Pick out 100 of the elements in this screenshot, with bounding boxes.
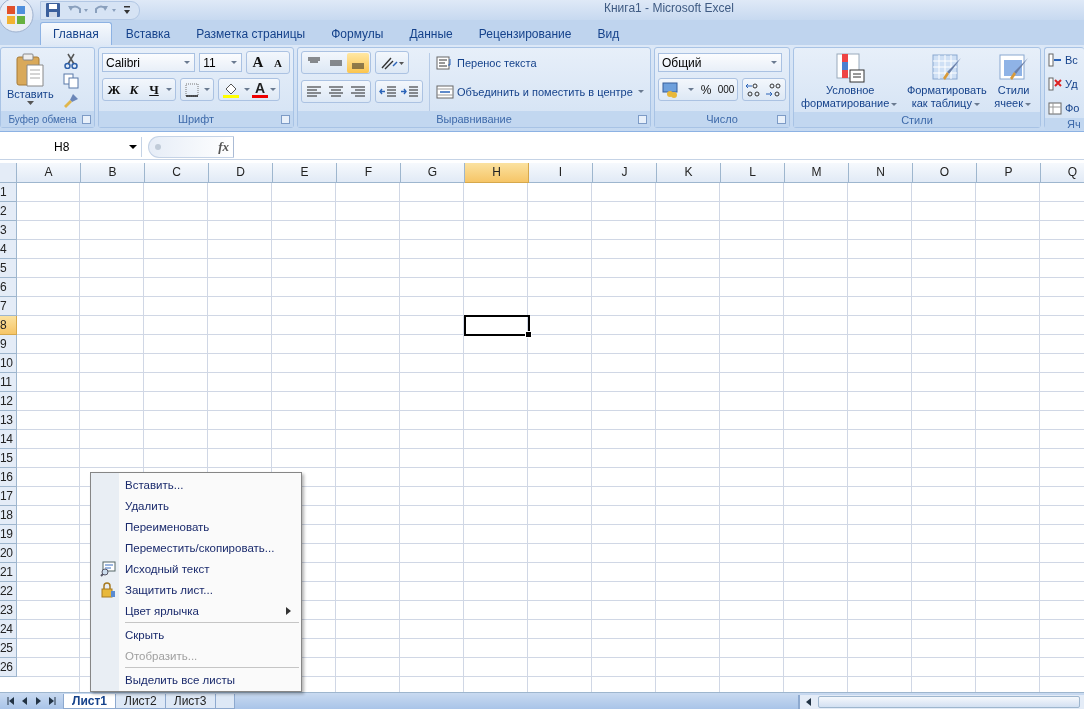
brush-icon[interactable] — [62, 93, 79, 109]
ribbon-tab[interactable]: Разметка страницы — [184, 23, 318, 45]
row-header[interactable]: 3 — [0, 221, 17, 240]
dialog-launcher-icon[interactable] — [777, 115, 786, 124]
ribbon-tab[interactable]: Данные — [397, 23, 465, 45]
row-header[interactable]: 1 — [0, 183, 17, 202]
insert-function-button[interactable]: fx — [218, 139, 229, 155]
column-header[interactable]: Q — [1041, 163, 1084, 183]
ribbon-tab[interactable]: Вставка — [113, 23, 183, 45]
row-header[interactable]: 12 — [0, 392, 17, 411]
font-name-field[interactable]: Calibri — [102, 53, 196, 72]
column-header[interactable]: D — [209, 163, 273, 183]
row-header[interactable]: 15 — [0, 449, 17, 468]
sheet-tab[interactable]: Лист3 — [164, 694, 216, 709]
column-header[interactable]: G — [401, 163, 465, 183]
borders-icon[interactable] — [184, 81, 200, 98]
copy-icon[interactable] — [62, 73, 79, 89]
shrink-font-button[interactable]: A — [268, 53, 288, 72]
column-header[interactable]: M — [785, 163, 849, 183]
row-header[interactable]: 18 — [0, 506, 17, 525]
column-header[interactable]: C — [145, 163, 209, 183]
bold-button[interactable]: Ж — [104, 80, 124, 99]
name-box[interactable]: H8 — [0, 137, 142, 157]
row-header[interactable]: 24 — [0, 620, 17, 639]
menu-item[interactable]: Переименовать — [91, 516, 301, 537]
column-header[interactable]: A — [17, 163, 81, 183]
underline-button[interactable]: Ч — [144, 80, 164, 99]
previous-sheet-icon[interactable] — [21, 696, 29, 706]
row-header[interactable]: 7 — [0, 297, 17, 316]
row-header[interactable]: 16 — [0, 468, 17, 487]
dialog-launcher-icon[interactable] — [281, 115, 290, 124]
style-button[interactable]: Условное форматирование — [798, 50, 903, 112]
ribbon-tab[interactable]: Формулы — [319, 23, 396, 45]
column-header[interactable]: B — [81, 163, 145, 183]
merge-center-button[interactable]: Объединить и поместить в центре — [436, 80, 646, 103]
thousands-button[interactable]: 000 — [716, 80, 736, 99]
font-color-button[interactable]: A — [252, 81, 268, 98]
column-header[interactable]: F — [337, 163, 401, 183]
menu-item[interactable]: Цвет ярлычка — [91, 600, 301, 621]
cells-command-button[interactable]: Уд — [1048, 74, 1081, 94]
column-header[interactable]: P — [977, 163, 1041, 183]
menu-item[interactable]: Исходный текст — [91, 558, 301, 579]
row-header[interactable]: 4 — [0, 240, 17, 259]
column-header[interactable]: E — [273, 163, 337, 183]
percent-button[interactable]: % — [696, 80, 716, 99]
menu-item[interactable]: Вставить... — [91, 474, 301, 495]
row-header[interactable]: 14 — [0, 430, 17, 449]
save-icon[interactable] — [45, 2, 61, 18]
sheet-tab[interactable]: Лист1 — [63, 694, 117, 709]
row-header[interactable]: 13 — [0, 411, 17, 430]
ribbon-tab[interactable]: Вид — [585, 23, 632, 45]
row-header[interactable]: 6 — [0, 278, 17, 297]
ribbon-tab[interactable]: Рецензирование — [466, 23, 584, 45]
column-header[interactable]: O — [913, 163, 977, 183]
vertical-align-icon[interactable] — [347, 52, 369, 73]
row-header[interactable]: 2 — [0, 202, 17, 221]
row-header[interactable]: 17 — [0, 487, 17, 506]
ribbon-tab[interactable]: Главная — [40, 22, 112, 45]
sheet-tab[interactable]: Лист2 — [115, 694, 166, 709]
row-header[interactable]: 10 — [0, 354, 17, 373]
column-header[interactable]: I — [529, 163, 593, 183]
dialog-launcher-icon[interactable] — [82, 115, 91, 124]
row-header[interactable]: 5 — [0, 259, 17, 278]
row-header[interactable]: 22 — [0, 582, 17, 601]
last-sheet-icon[interactable] — [47, 696, 57, 706]
column-header[interactable]: K — [657, 163, 721, 183]
italic-button[interactable]: К — [124, 80, 144, 99]
row-header[interactable]: 21 — [0, 563, 17, 582]
cut-icon[interactable] — [62, 53, 79, 69]
row-header[interactable]: 8 — [0, 316, 17, 335]
decrease-decimal-icon[interactable] — [764, 80, 784, 99]
style-button[interactable]: Стили ячеек — [991, 50, 1036, 112]
cells-command-button[interactable]: Фо — [1048, 98, 1081, 118]
active-cell[interactable] — [465, 316, 529, 335]
cells-command-button[interactable]: Вс — [1048, 50, 1081, 70]
row-header[interactable]: 23 — [0, 601, 17, 620]
scroll-left-icon[interactable] — [804, 697, 814, 707]
row-header[interactable]: 26 — [0, 658, 17, 677]
column-header[interactable]: N — [849, 163, 913, 183]
first-sheet-icon[interactable] — [6, 696, 16, 706]
column-header[interactable]: J — [593, 163, 657, 183]
row-header[interactable]: 25 — [0, 639, 17, 658]
grow-font-button[interactable]: A — [248, 53, 268, 72]
number-format-field[interactable]: Общий — [658, 53, 782, 72]
row-header[interactable]: 20 — [0, 544, 17, 563]
paste-button[interactable]: Вставить — [4, 51, 57, 107]
menu-item[interactable]: Защитить лист... — [91, 579, 301, 600]
menu-item[interactable]: Переместить/скопировать... — [91, 537, 301, 558]
row-header[interactable]: 11 — [0, 373, 17, 392]
menu-item[interactable]: Скрыть — [91, 624, 301, 645]
row-header[interactable]: 9 — [0, 335, 17, 354]
dialog-launcher-icon[interactable] — [638, 115, 647, 124]
wrap-text-button[interactable]: Перенос текста — [436, 51, 646, 74]
menu-item[interactable]: Выделить все листы — [91, 669, 301, 690]
style-button[interactable]: Форматировать как таблицу — [903, 50, 990, 112]
menu-item[interactable]: Удалить — [91, 495, 301, 516]
column-header[interactable]: L — [721, 163, 785, 183]
row-header[interactable]: 19 — [0, 525, 17, 544]
customize-icon[interactable] — [123, 5, 131, 15]
font-size-field[interactable]: 11 — [199, 53, 242, 72]
